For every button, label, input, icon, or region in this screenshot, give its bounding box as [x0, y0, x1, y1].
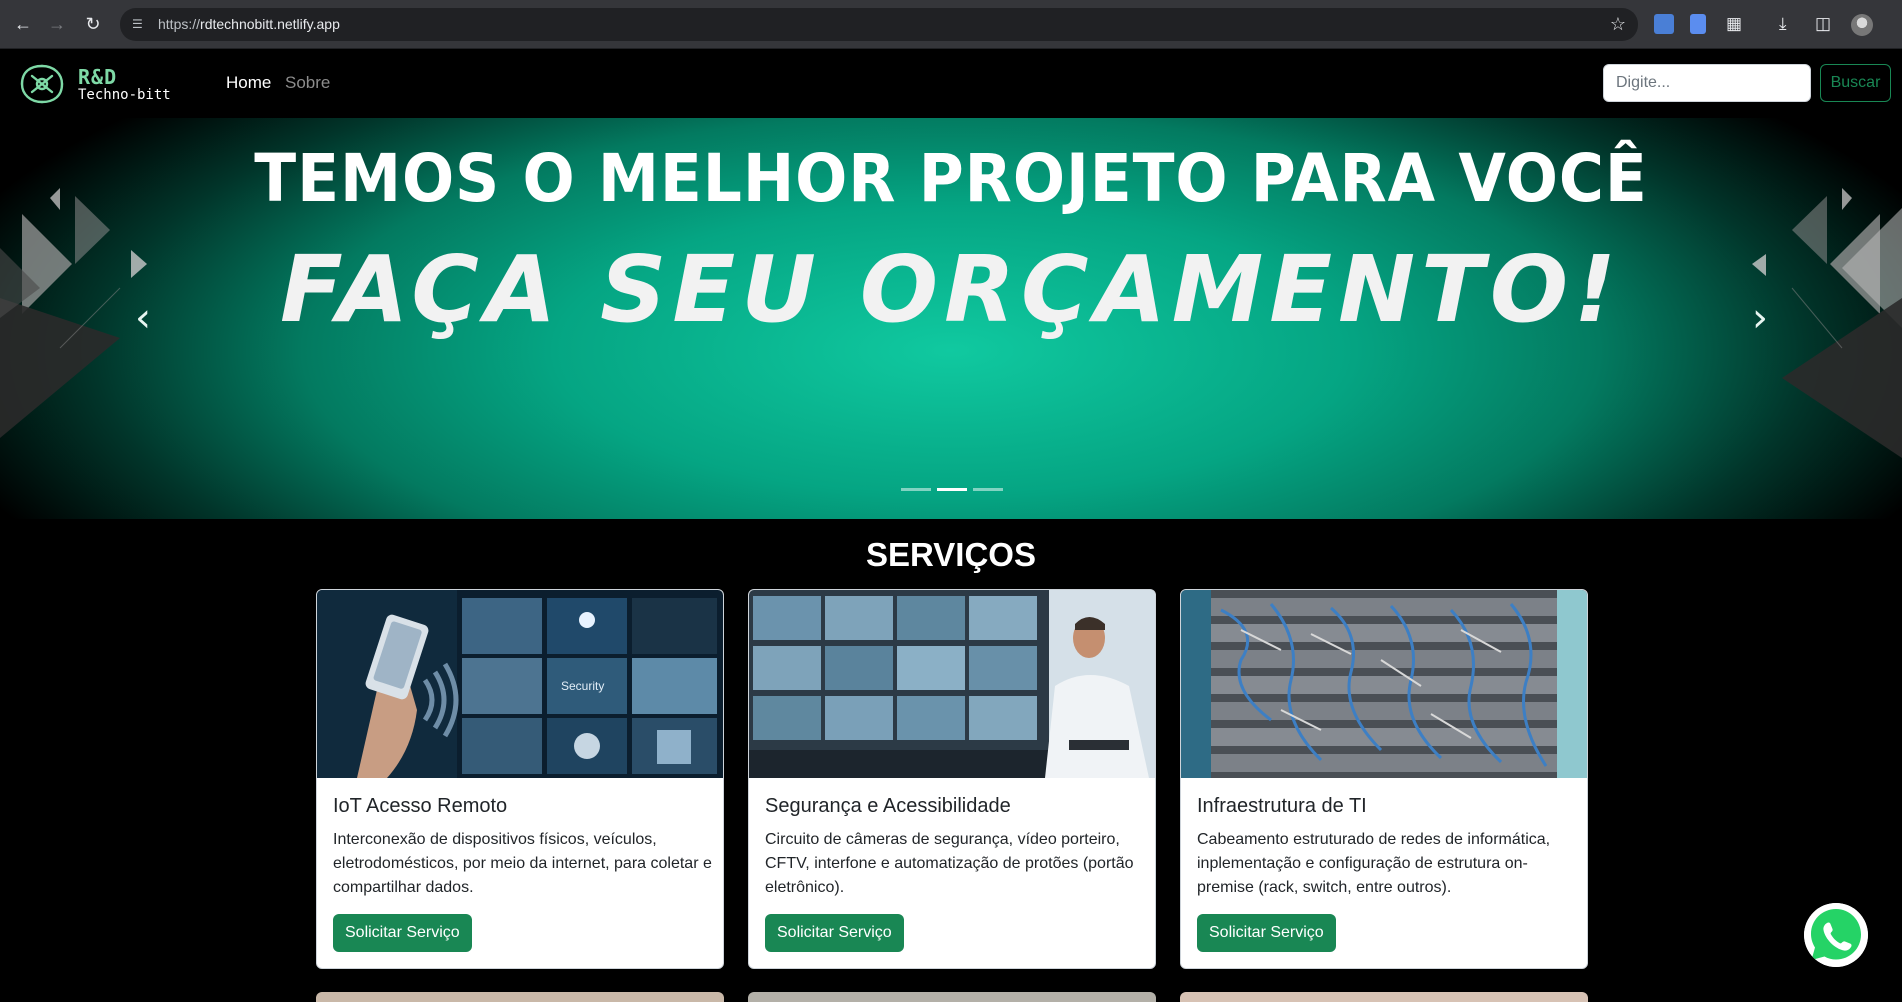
request-service-button[interactable]: Solicitar Serviço — [765, 914, 904, 952]
hero-carousel: TEMOS O MELHOR PROJETO PARA VOCÊ FAÇA SE… — [0, 118, 1902, 519]
forward-icon[interactable]: → — [46, 13, 68, 35]
logo-icon[interactable] — [18, 62, 66, 106]
carousel-indicator-1[interactable] — [901, 488, 931, 491]
service-card-next-row — [1180, 992, 1588, 1002]
site-navbar: R&D Techno-bitt Home Sobre Buscar — [0, 49, 1902, 118]
slide-headline: TEMOS O MELHOR PROJETO PARA VOCÊ — [254, 140, 1648, 217]
nav-home-link[interactable]: Home — [226, 73, 271, 93]
url-text[interactable]: https://rdtechnobitt.netlify.app — [158, 16, 340, 33]
back-icon[interactable]: ← — [12, 13, 34, 35]
logo-title: R&D — [78, 65, 118, 89]
card-description: Circuito de câmeras de segurança, vídeo … — [765, 831, 1134, 896]
card-title: Segurança e Acessibilidade — [765, 795, 1011, 817]
side-panel-icon[interactable]: ◫ — [1815, 13, 1831, 35]
carousel-indicator-2[interactable] — [937, 488, 967, 491]
reload-icon[interactable]: ↻ — [82, 13, 104, 35]
chevron-right-icon[interactable]: › — [1745, 296, 1775, 340]
carousel-indicators — [900, 488, 1004, 494]
card-description: Cabeamento estruturado de redes de infor… — [1197, 831, 1551, 896]
address-bar[interactable]: ☰ https://rdtechnobitt.netlify.app ☆ — [120, 8, 1638, 41]
card-description: Interconexão de dispositivos físicos, ve… — [333, 831, 712, 896]
search-button[interactable]: Buscar — [1820, 64, 1891, 102]
search-input[interactable] — [1603, 64, 1811, 102]
nav-sobre-link[interactable]: Sobre — [285, 73, 330, 93]
service-card-iot: Security IoT Acesso Remoto Interconexão … — [316, 589, 724, 969]
logo-subtitle: Techno-bitt — [78, 87, 171, 103]
server-rack-image — [1181, 590, 1587, 778]
profile-avatar[interactable] — [1851, 14, 1873, 36]
translate-extension-icon[interactable] — [1654, 14, 1674, 34]
star-icon[interactable]: ☆ — [1610, 14, 1626, 35]
browser-toolbar: ← → ↻ ☰ https://rdtechnobitt.netlify.app… — [0, 0, 1902, 49]
site-settings-icon[interactable]: ☰ — [132, 16, 148, 32]
carousel-indicator-3[interactable] — [973, 488, 1003, 491]
slide-cta-text: FAÇA SEU ORÇAMENTO! — [279, 236, 1623, 343]
download-icon[interactable]: ⤓ — [1779, 13, 1787, 35]
service-card-next-row — [316, 992, 724, 1002]
service-card-next-row — [748, 992, 1156, 1002]
whatsapp-icon[interactable] — [1804, 903, 1868, 967]
iot-image: Security — [317, 590, 723, 778]
chevron-left-icon[interactable]: ‹ — [128, 296, 158, 340]
request-service-button[interactable]: Solicitar Serviço — [1197, 914, 1336, 952]
service-card-infrastructure: Infraestrutura de TI Cabeamento estrutur… — [1180, 589, 1588, 969]
security-monitoring-image — [749, 590, 1155, 778]
svg-text:Security: Security — [561, 679, 604, 693]
service-card-security: Segurança e Acessibilidade Circuito de c… — [748, 589, 1156, 969]
card-title: IoT Acesso Remoto — [333, 795, 508, 817]
card-title: Infraestrutura de TI — [1197, 795, 1367, 817]
services-heading: SERVIÇOS — [866, 536, 1036, 573]
extension-icon[interactable] — [1690, 14, 1706, 34]
request-service-button[interactable]: Solicitar Serviço — [333, 914, 472, 952]
extensions-puzzle-icon[interactable]: ▦ — [1726, 13, 1742, 35]
